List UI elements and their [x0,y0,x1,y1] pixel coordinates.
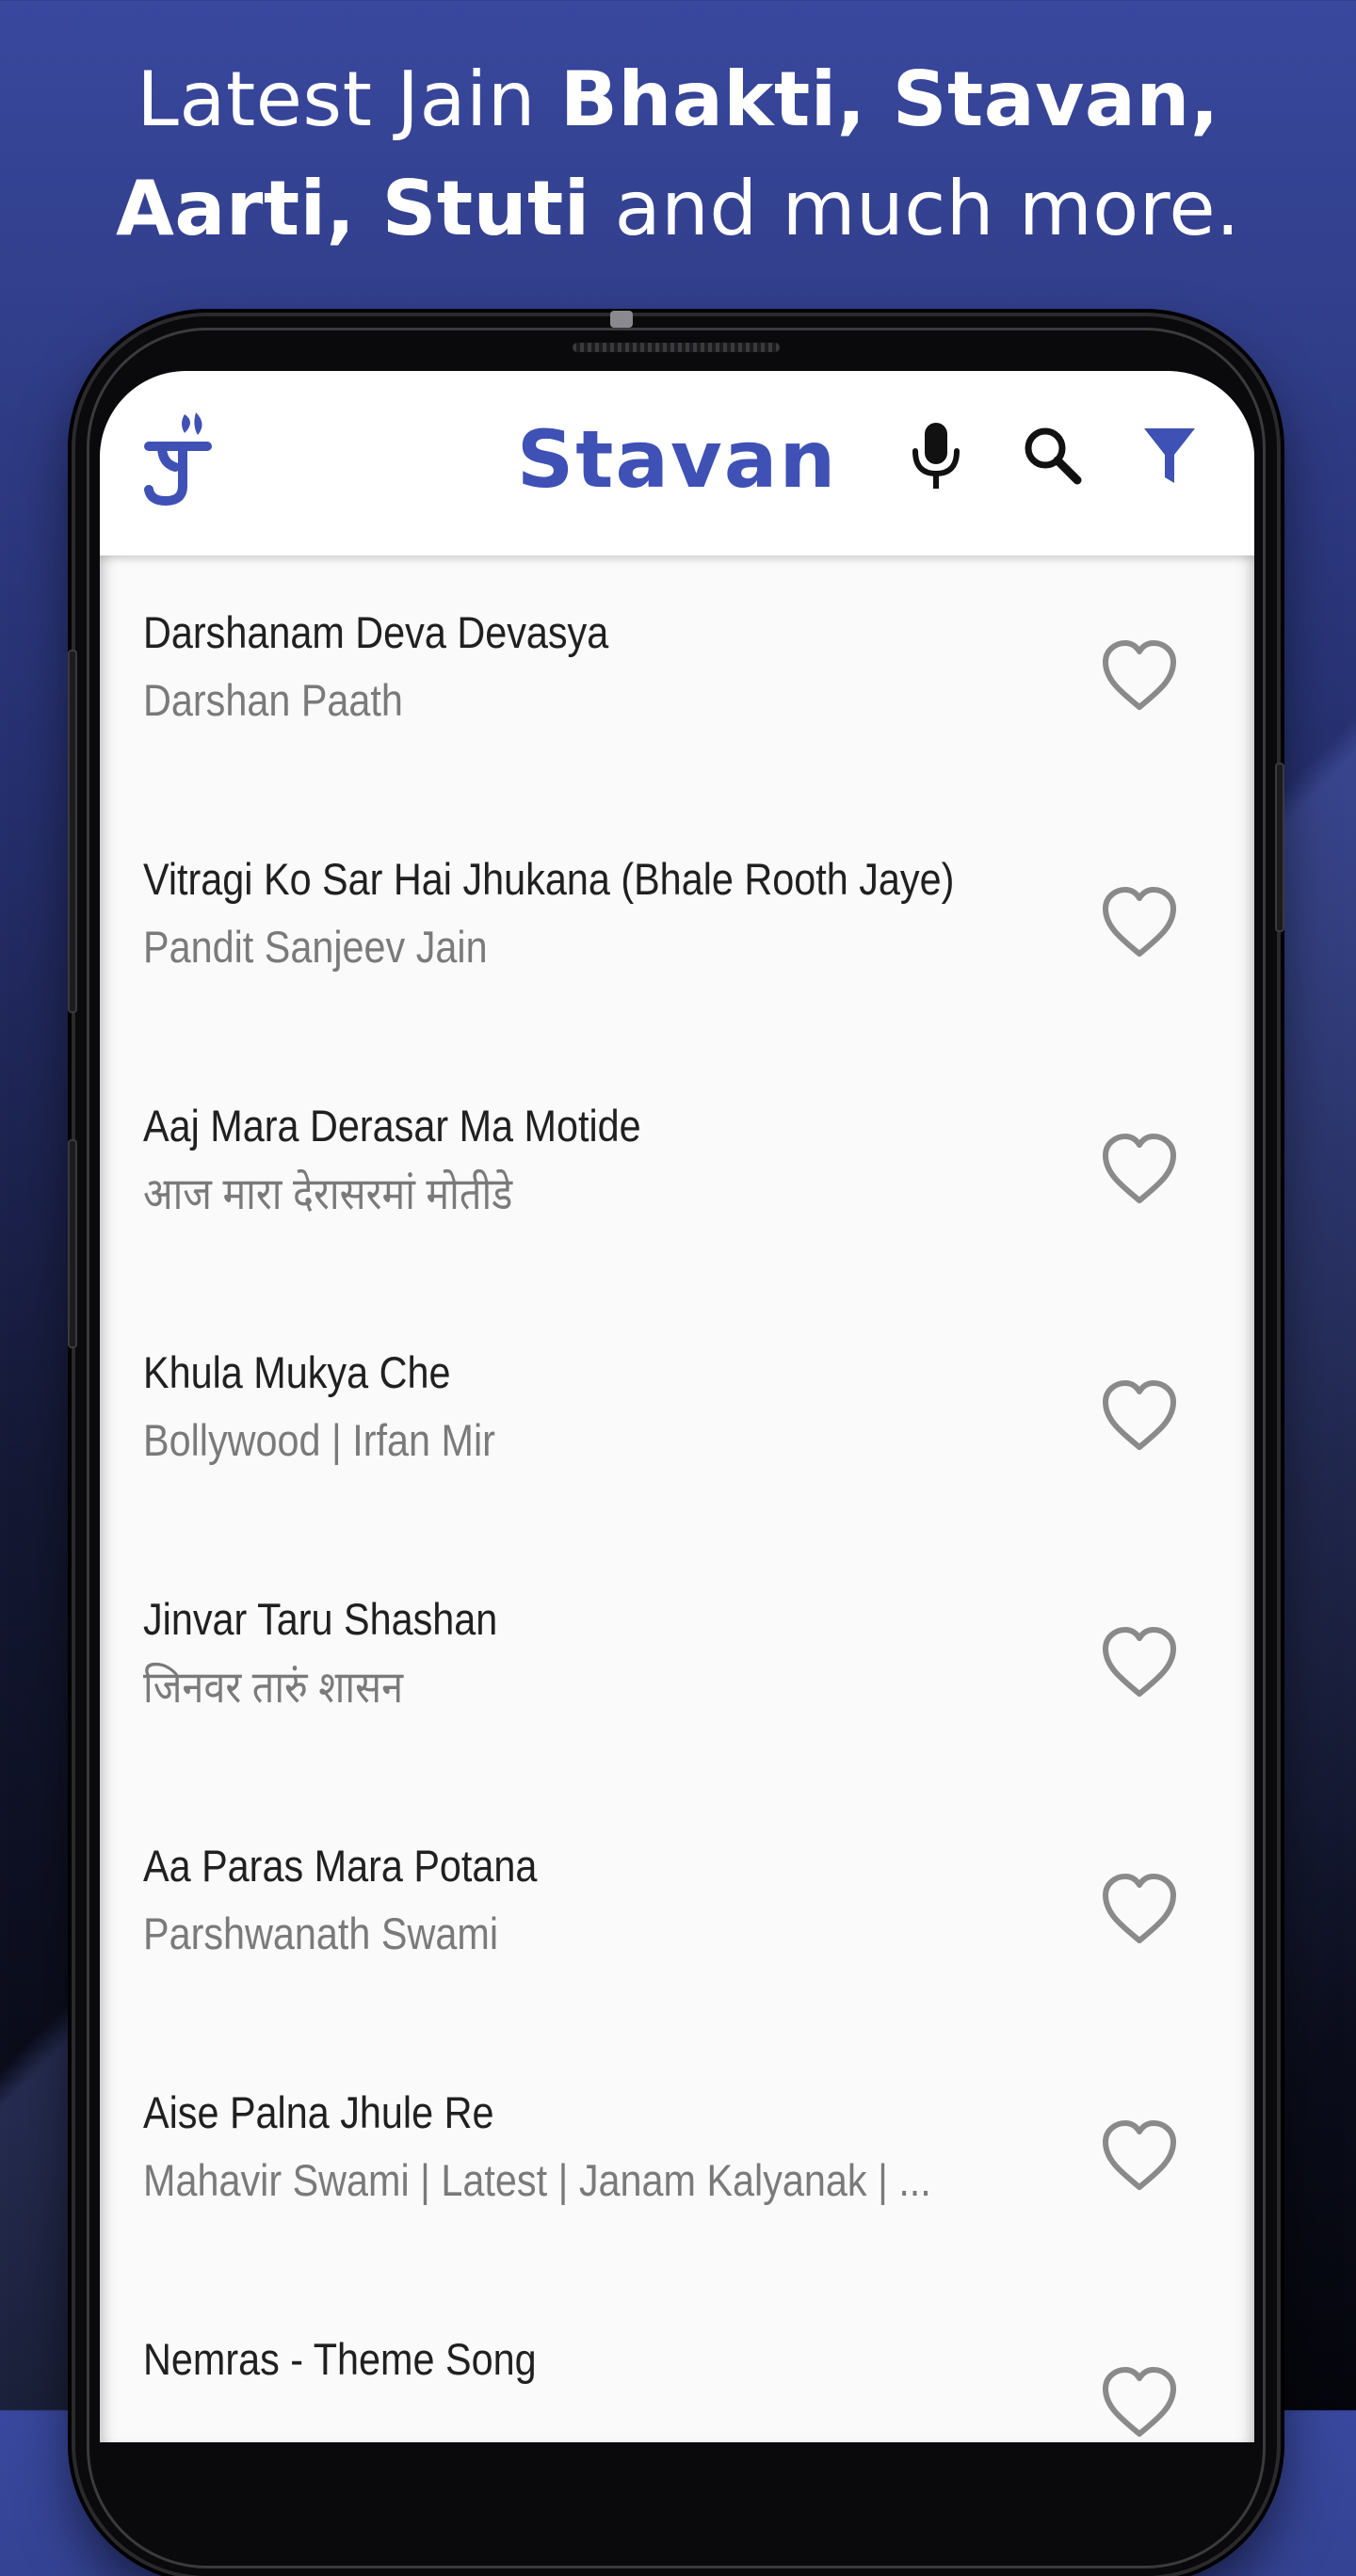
song-title: Jinvar Taru Shashan [143,1594,498,1644]
promo-line-1: Latest Jain Bhakti, Stavan, [0,45,1356,154]
song-title: Darshanam Deva Devasya [143,607,609,657]
filter-icon [1144,428,1195,483]
song-title: Aa Paras Mara Potana [143,1841,538,1891]
song-list-item[interactable]: Aise Palna Jhule Re Mahavir Swami | Late… [100,2036,1254,2282]
song-list-item[interactable]: Jinvar Taru Shashan जिनवर तारुं शासन [100,1542,1254,1789]
heart-outline-icon [1103,1380,1176,1450]
song-title: Aaj Mara Derasar Ma Motide [143,1101,641,1151]
song-title: Vitragi Ko Sar Hai Jhukana (Bhale Rooth … [143,854,955,904]
phone-power-button-left [68,1139,77,1348]
song-list: Darshanam Deva Devasya Darshan Paath Vit… [100,555,1254,2442]
promo-line-2: Aarti, Stuti and much more. [0,154,1356,264]
favorite-button[interactable] [1092,876,1186,970]
heart-outline-icon [1103,1134,1176,1203]
song-subtitle: आज मारा देरासरमां मोतीडे [143,1168,513,1218]
favorite-button[interactable] [1092,1369,1186,1463]
favorite-button[interactable] [1092,1616,1186,1710]
promo-line-2-regular: and much more. [589,165,1240,252]
promo-line-1-bold: Bhakti, Stavan, [559,56,1219,143]
search-button[interactable] [1015,414,1090,497]
heart-outline-icon [1103,2367,1176,2437]
song-list-item[interactable]: Aa Paras Mara Potana Parshwanath Swami [100,1789,1254,2036]
heart-outline-icon [1103,1874,1176,1943]
promo-line-1-regular: Latest Jain [137,56,560,143]
song-list-item[interactable]: Darshanam Deva Devasya Darshan Paath [100,555,1254,802]
heart-outline-icon [1103,2120,1176,2190]
song-list-item[interactable]: Nemras - Theme Song [100,2282,1254,2442]
song-title: Aise Palna Jhule Re [143,2087,494,2137]
song-subtitle: Darshan Paath [143,675,403,725]
microphone-icon [912,423,960,489]
favorite-button[interactable] [1092,1122,1186,1216]
search-icon [1025,427,1082,485]
song-subtitle: जिनवर तारुं शासन [143,1662,404,1712]
top-app-bar: Stavan [100,371,1254,555]
phone-power-button-right [1275,763,1284,932]
app-screen: Stavan Darshanam Deva Devasya Darshan Pa… [100,371,1254,2442]
favorite-button[interactable] [1092,629,1186,723]
song-subtitle: Parshwanath Swami [143,1908,499,1958]
heart-outline-icon [1103,1627,1176,1697]
promo-line-2-bold: Aarti, Stuti [115,165,590,252]
phone-speaker-grille [573,343,780,352]
song-list-item[interactable]: Vitragi Ko Sar Hai Jhukana (Bhale Rooth … [100,802,1254,1049]
song-subtitle: Mahavir Swami | Latest | Janam Kalyanak … [143,2155,931,2205]
favorite-button[interactable] [1092,1862,1186,1956]
heart-outline-icon [1103,640,1176,710]
song-subtitle: Pandit Sanjeev Jain [143,922,488,972]
song-title: Nemras - Theme Song [143,2334,537,2384]
song-title: Khula Mukya Che [143,1347,451,1397]
voice-search-button[interactable] [898,414,974,497]
song-list-item[interactable]: Aaj Mara Derasar Ma Motide आज मारा देरास… [100,1049,1254,1296]
phone-top-sensor [610,311,633,328]
favorite-button[interactable] [1092,2356,1186,2442]
heart-outline-icon [1103,887,1176,957]
promo-headline: Latest Jain Bhakti, Stavan, Aarti, Stuti… [0,45,1356,264]
phone-volume-button [68,650,77,1013]
song-list-item[interactable]: Khula Mukya Che Bollywood | Irfan Mir [100,1296,1254,1542]
song-subtitle: Bollywood | Irfan Mir [143,1415,495,1465]
favorite-button[interactable] [1092,2109,1186,2203]
filter-button[interactable] [1132,414,1207,497]
